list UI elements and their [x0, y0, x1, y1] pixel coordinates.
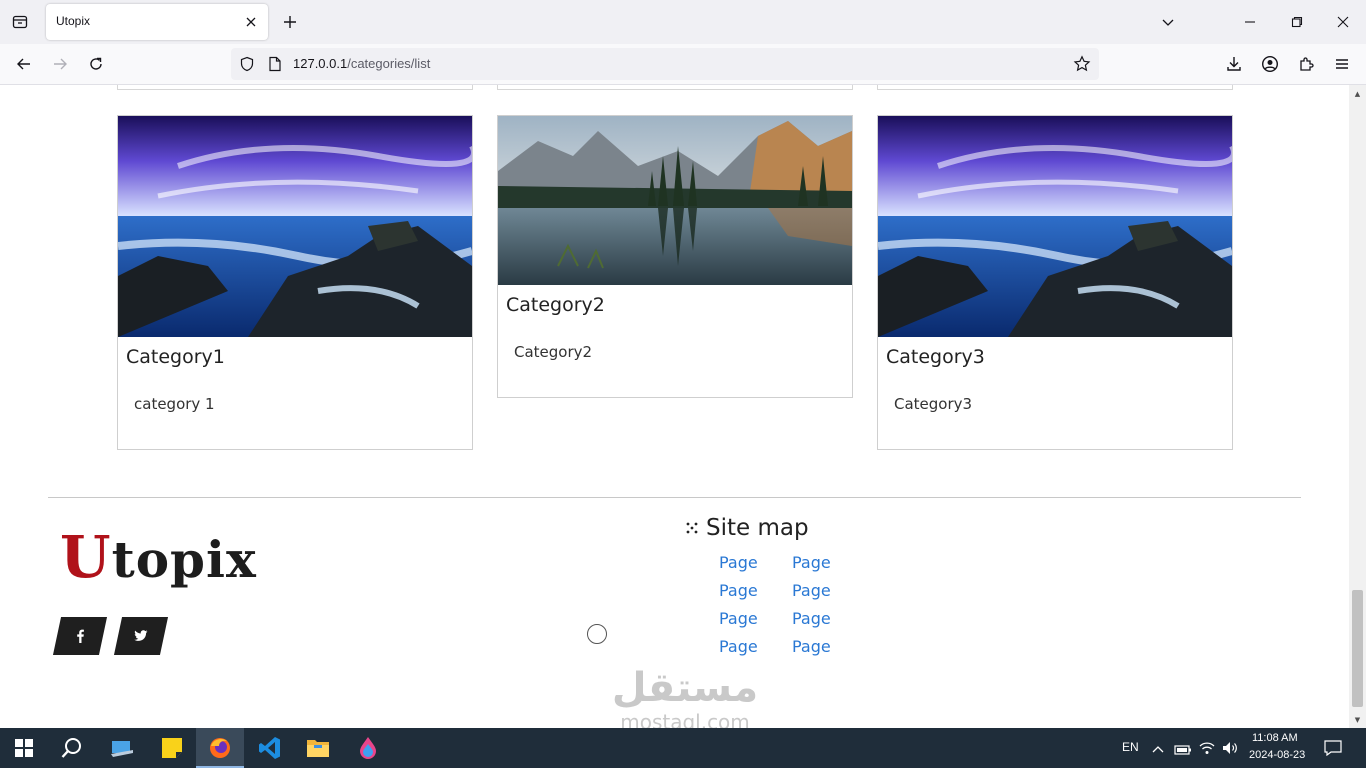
card-title: Category3: [886, 346, 985, 368]
browser-toolbar: 127.0.0.1/categories/list: [0, 44, 1366, 85]
card-description: category 1: [134, 395, 215, 413]
chevron-down-icon[interactable]: [1156, 10, 1180, 34]
twitter-icon: [134, 630, 148, 641]
browser-tab-bar: Utopix: [0, 0, 1366, 44]
url-host: 127.0.0.1: [293, 56, 348, 71]
app-drop-icon[interactable]: [344, 728, 392, 768]
url-path: /categories/list: [347, 56, 431, 71]
scroll-up-arrow-icon[interactable]: ▲: [1353, 89, 1362, 98]
sitemap-link[interactable]: Page: [792, 553, 865, 573]
scroll-thumb[interactable]: [1352, 590, 1363, 707]
downloads-icon[interactable]: [1222, 52, 1246, 76]
sitemap-link[interactable]: Page: [719, 637, 792, 657]
sitemap-link[interactable]: Page: [719, 581, 792, 601]
file-explorer-icon[interactable]: [294, 728, 342, 768]
page-info-icon[interactable]: [268, 56, 282, 76]
vscode-icon[interactable]: [246, 728, 294, 768]
watermark-arabic: مستقل: [611, 665, 759, 711]
app-icon[interactable]: [98, 728, 146, 768]
firefox-icon[interactable]: [196, 728, 244, 768]
language-indicator[interactable]: EN: [1122, 740, 1139, 754]
facebook-icon: [77, 629, 84, 643]
previous-card-edge: [117, 85, 473, 90]
twitter-button[interactable]: [113, 617, 169, 655]
card-title: Category2: [506, 294, 605, 316]
grip-dots-icon: [686, 522, 698, 534]
tab-title: Utopix: [56, 14, 91, 28]
sitemap-link[interactable]: Page: [719, 609, 792, 629]
footer-divider: [48, 497, 1301, 498]
extensions-icon[interactable]: [1294, 52, 1318, 76]
card-description: Category3: [894, 395, 973, 413]
sitemap-link[interactable]: Page: [792, 609, 865, 629]
page-scrollbar[interactable]: ▲ ▼: [1349, 85, 1366, 728]
previous-card-edge: [877, 85, 1233, 90]
category-image: [878, 116, 1232, 337]
category-card[interactable]: Category3 Category3: [877, 115, 1233, 450]
sitemap-links: Page Page Page Page Page Page Page Page: [719, 553, 865, 657]
wifi-icon[interactable]: [1199, 740, 1215, 759]
page-viewport: Category1 category 1 Category2 Category2…: [0, 85, 1349, 728]
battery-icon[interactable]: [1174, 741, 1192, 760]
sitemap-link[interactable]: Page: [792, 637, 865, 657]
clock-date[interactable]: 2024-08-23: [1249, 749, 1305, 761]
category-card[interactable]: Category2 Category2: [497, 115, 853, 398]
previous-card-edge: [497, 85, 853, 90]
sticky-notes-icon[interactable]: [148, 728, 196, 768]
facebook-button[interactable]: [52, 617, 108, 655]
watermark-latin: mostaql.com: [620, 710, 750, 728]
active-tab[interactable]: Utopix: [46, 4, 268, 40]
account-icon[interactable]: [1258, 52, 1282, 76]
url-text: 127.0.0.1/categories/list: [293, 56, 430, 71]
minimize-icon[interactable]: [1238, 10, 1262, 34]
screen: Utopix 127.0.0.1/categories/list Categor…: [0, 0, 1366, 768]
loading-spinner: [587, 624, 607, 644]
category-image: [498, 116, 852, 285]
scroll-down-arrow-icon[interactable]: ▼: [1353, 715, 1362, 724]
new-tab-icon[interactable]: [280, 12, 300, 32]
windows-start-icon[interactable]: [0, 728, 48, 768]
address-bar[interactable]: 127.0.0.1/categories/list: [231, 48, 1099, 80]
site-logo[interactable]: Utopix: [60, 523, 257, 591]
back-icon[interactable]: [12, 52, 36, 76]
notifications-icon[interactable]: [1324, 740, 1342, 760]
card-description: Category2: [514, 343, 593, 361]
card-title: Category1: [126, 346, 225, 368]
windows-taskbar: EN 11:08 AM 2024-08-23: [0, 728, 1366, 768]
sitemap-link[interactable]: Page: [792, 581, 865, 601]
sitemap-title: Site map: [706, 515, 809, 541]
search-icon[interactable]: [48, 728, 96, 768]
shield-icon[interactable]: [239, 56, 255, 76]
logo-initial: U: [60, 523, 112, 591]
sitemap-heading: Site map: [686, 515, 809, 541]
volume-icon[interactable]: [1222, 740, 1238, 759]
bookmark-star-icon[interactable]: [1073, 55, 1091, 77]
forward-icon[interactable]: [48, 52, 72, 76]
watermark: مستقل mostaql.com: [600, 665, 770, 728]
close-tab-icon[interactable]: [242, 13, 260, 31]
category-image: [118, 116, 472, 337]
chevron-up-icon[interactable]: [1152, 741, 1164, 760]
logo-text: topix: [111, 530, 257, 589]
close-window-icon[interactable]: [1331, 10, 1355, 34]
restore-icon[interactable]: [1285, 10, 1309, 34]
clock-time[interactable]: 11:08 AM: [1252, 732, 1298, 744]
category-card[interactable]: Category1 category 1: [117, 115, 473, 450]
reload-icon[interactable]: [84, 52, 108, 76]
sitemap-link[interactable]: Page: [719, 553, 792, 573]
menu-icon[interactable]: [1330, 52, 1354, 76]
tab-list-icon[interactable]: [8, 10, 32, 34]
